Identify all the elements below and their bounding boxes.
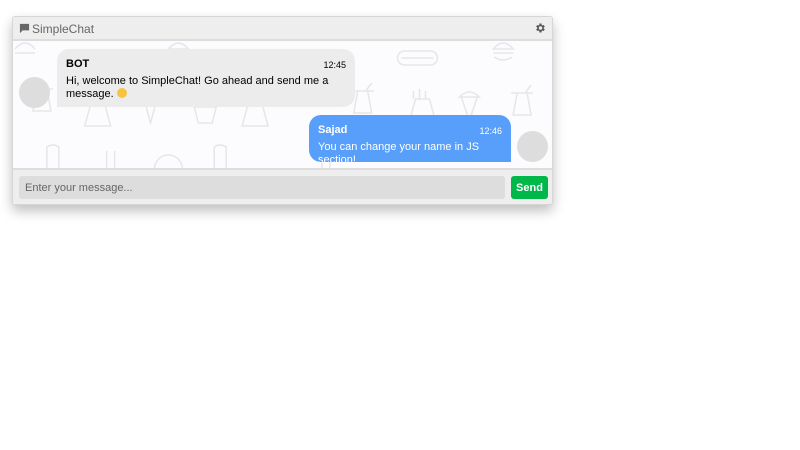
app-title: SimpleChat <box>32 22 95 36</box>
message-time: 12:46 <box>479 126 502 136</box>
composer-bar: Send <box>13 168 552 204</box>
message-sender: BOT <box>66 58 90 70</box>
chat-header: SimpleChat <box>13 17 552 41</box>
message-text: You can change your name in JS section! <box>318 141 480 166</box>
message-text: Hi, welcome to SimpleChat! Go ahead and … <box>66 75 329 100</box>
message-input[interactable] <box>19 176 505 199</box>
chat-window: SimpleChat BOT 12:45 Hi, welcome to Simp… <box>12 16 553 205</box>
user-avatar <box>517 131 548 162</box>
chat-bubble-icon <box>19 23 30 34</box>
bot-avatar <box>19 77 50 108</box>
message-time: 12:45 <box>323 60 346 70</box>
send-button[interactable]: Send <box>511 176 548 199</box>
grinning-face-emoji <box>116 88 127 98</box>
message-list[interactable]: BOT 12:45 Hi, welcome to SimpleChat! Go … <box>13 41 552 168</box>
message-bubble-bot: BOT 12:45 Hi, welcome to SimpleChat! Go … <box>57 49 355 107</box>
message-sender: Sajad <box>318 124 348 136</box>
gear-icon[interactable] <box>534 22 546 34</box>
message-bubble-user: Sajad 12:46 You can change your name in … <box>309 115 511 166</box>
